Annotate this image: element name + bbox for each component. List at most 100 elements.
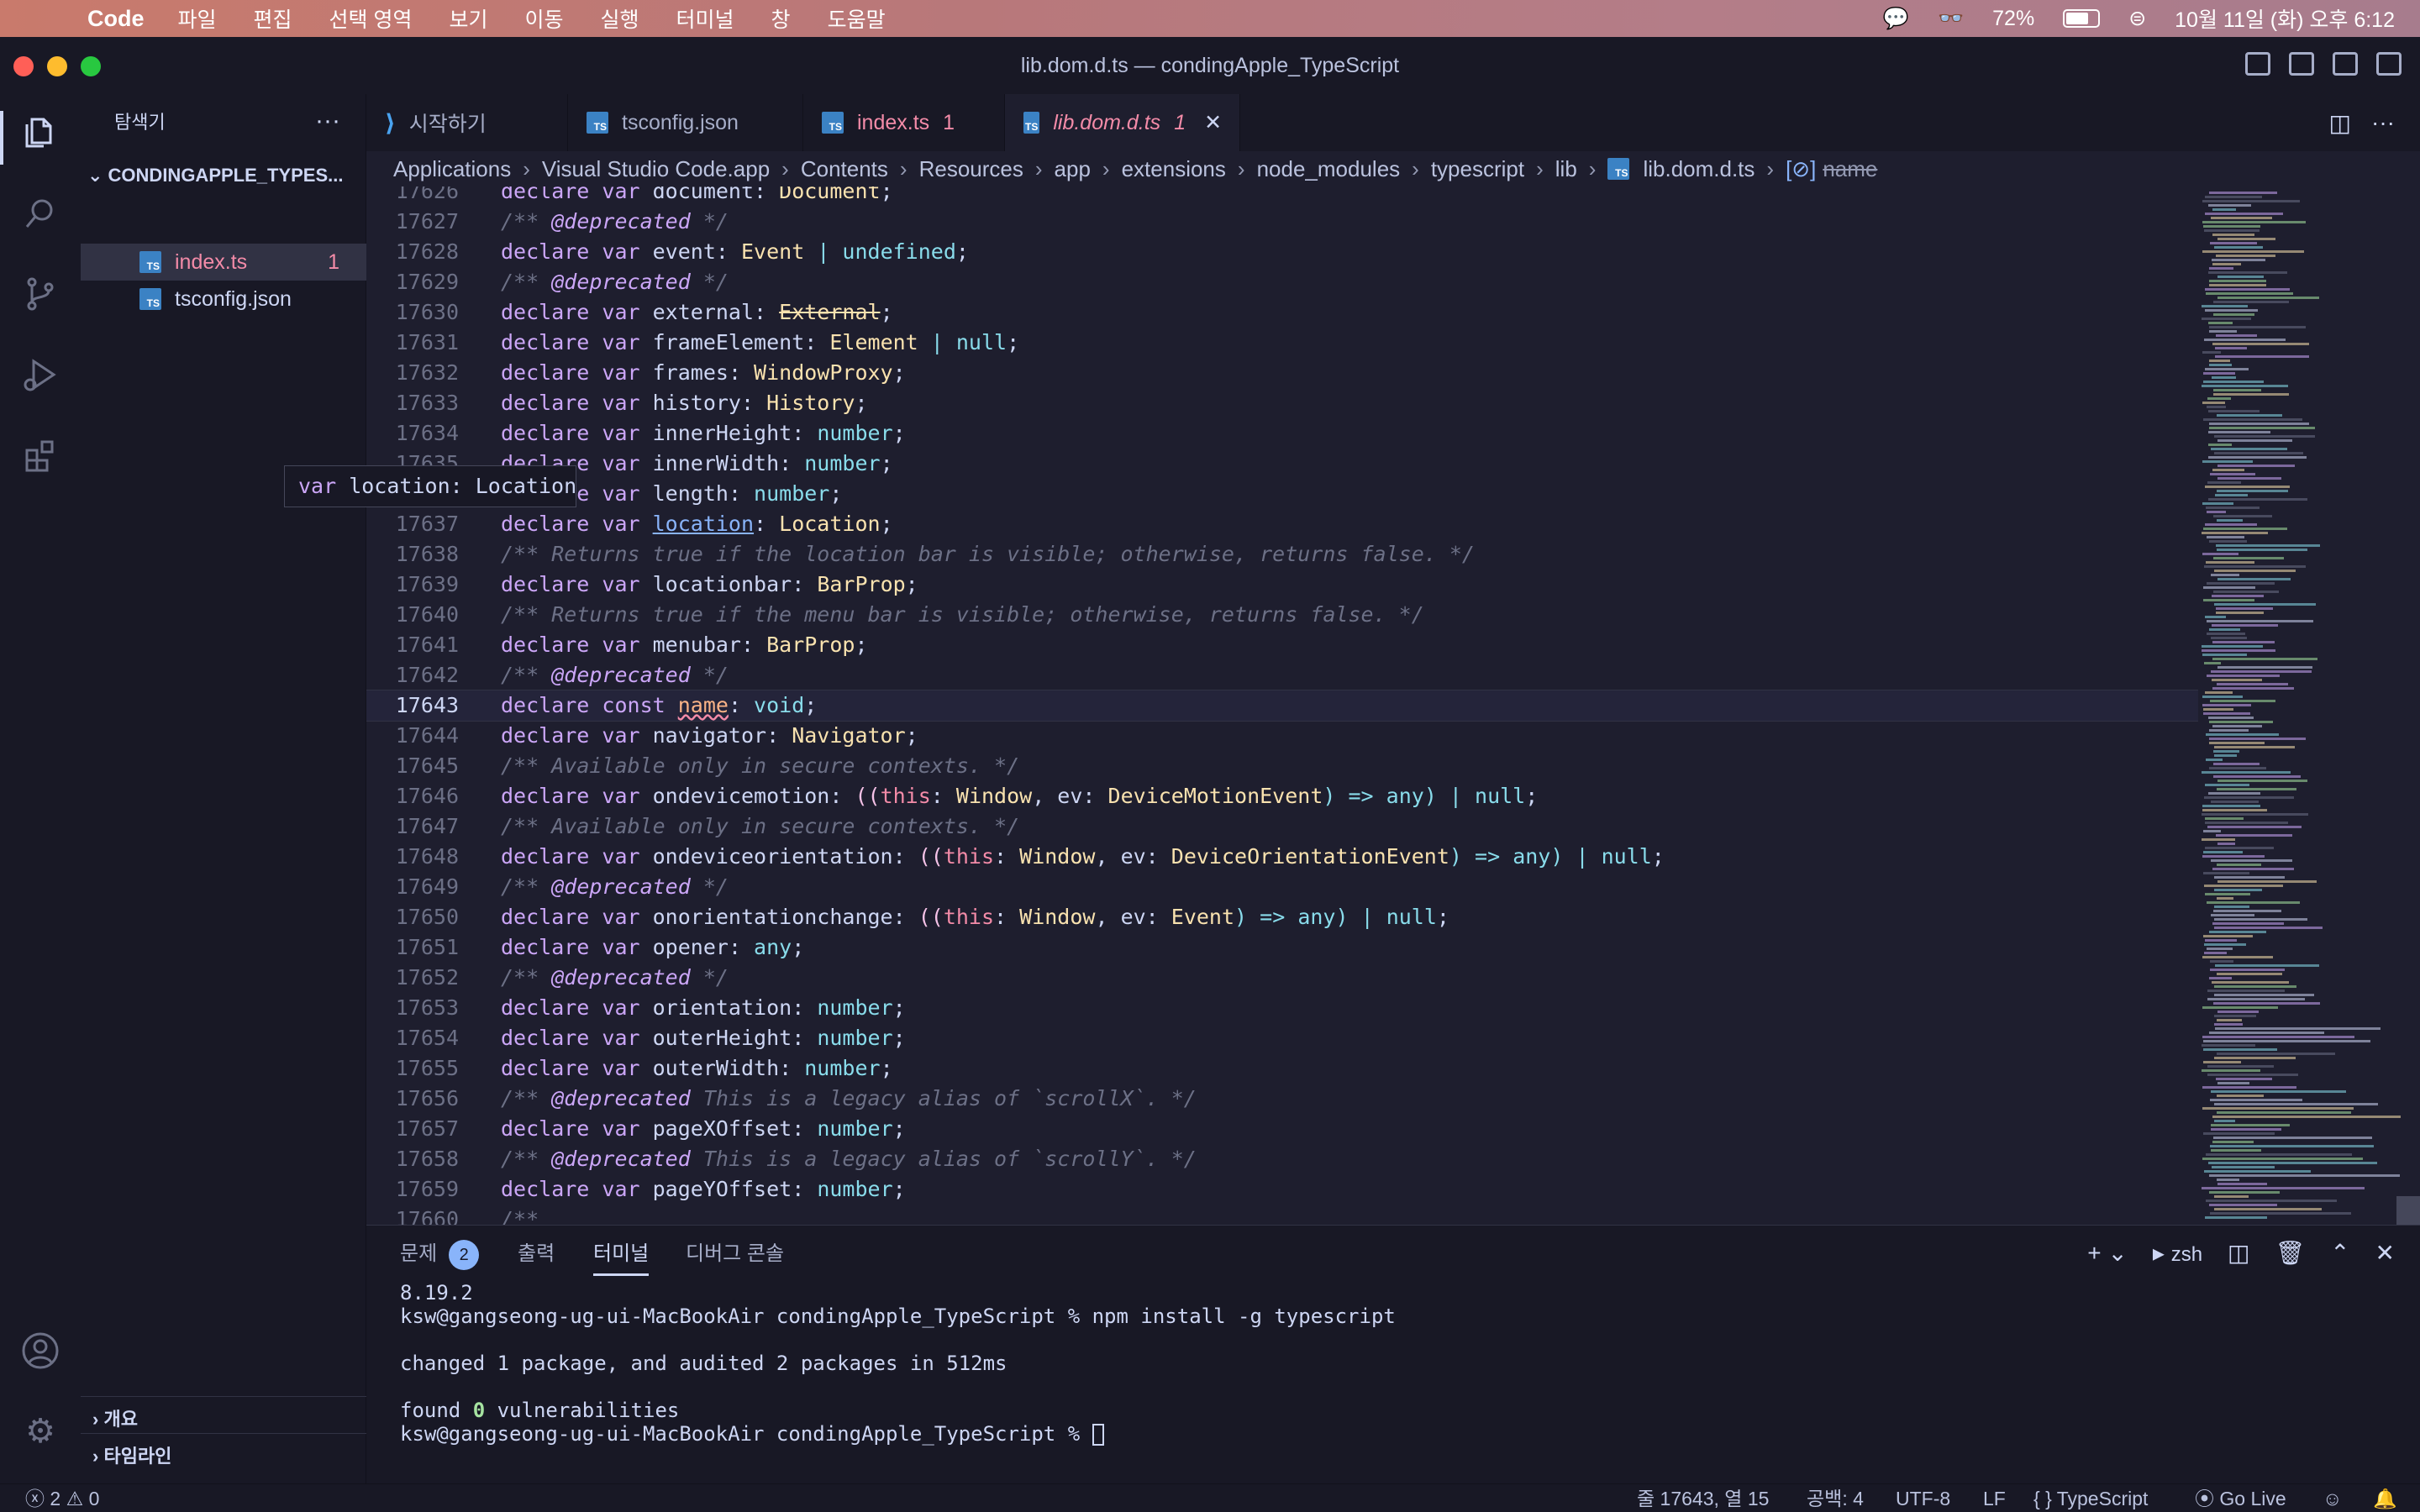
- run-debug-icon[interactable]: [20, 354, 60, 395]
- code-line[interactable]: 17632 declare var frames: WindowProxy;: [366, 358, 2198, 388]
- code-line[interactable]: 17656 /** @deprecated This is a legacy al…: [366, 1084, 2198, 1114]
- more-actions-icon[interactable]: ···: [315, 94, 340, 148]
- menu-help[interactable]: 도움말: [828, 3, 886, 34]
- source-control-icon[interactable]: [20, 274, 60, 314]
- code-line[interactable]: 17655 declare var outerWidth: number;: [366, 1053, 2198, 1084]
- breadcrumb-item[interactable]: node_modules: [1257, 156, 1401, 182]
- workspace-folder[interactable]: ⌄ CONDINGAPPLE_TYPES...: [87, 165, 365, 186]
- code-line[interactable]: 17628 declare var event: Event | undefine…: [366, 237, 2198, 267]
- control-center-icon[interactable]: ⊜: [2128, 6, 2146, 31]
- code-line[interactable]: 17645 /** Available only in secure contex…: [366, 751, 2198, 781]
- menu-edit[interactable]: 편집: [254, 3, 292, 34]
- code-line[interactable]: 17637 declare var location: Location;: [366, 509, 2198, 539]
- code-line[interactable]: 17642 /** @deprecated */: [366, 660, 2198, 690]
- code-line[interactable]: 17654 declare var outerHeight: number;: [366, 1023, 2198, 1053]
- breadcrumb-item[interactable]: Contents: [801, 156, 888, 182]
- split-editor-icon[interactable]: ◫: [2329, 109, 2351, 137]
- tab-problems[interactable]: 문제 2: [400, 1226, 480, 1283]
- code-line[interactable]: 17630 declare var external: External;: [366, 297, 2198, 328]
- battery-icon[interactable]: [2063, 9, 2101, 28]
- breadcrumb-item[interactable]: extensions: [1122, 156, 1226, 182]
- code-line[interactable]: 17653 declare var orientation: number;: [366, 993, 2198, 1023]
- code-editor[interactable]: 17626 declare var document: Document; 1762…: [366, 186, 2198, 1225]
- code-line[interactable]: 17660 /**: [366, 1205, 2198, 1225]
- cursor-position[interactable]: 줄 17643, 열 15: [1637, 1484, 1769, 1512]
- code-line[interactable]: 17647 /** Available only in secure contex…: [366, 811, 2198, 842]
- end-of-line[interactable]: LF: [1983, 1484, 2006, 1512]
- feedback-icon[interactable]: ☺: [2323, 1484, 2342, 1512]
- glasses-icon[interactable]: 👓: [1938, 7, 1964, 31]
- tab-terminal[interactable]: 터미널: [593, 1226, 650, 1283]
- code-line[interactable]: 17659 declare var pageYOffset: number;: [366, 1174, 2198, 1205]
- code-line[interactable]: 17627 /** @deprecated */: [366, 207, 2198, 237]
- menu-run[interactable]: 실행: [601, 3, 639, 34]
- timeline-section[interactable]: › 타임라인: [92, 1441, 171, 1468]
- code-line[interactable]: 17648 declare var ondeviceorientation: ((…: [366, 842, 2198, 872]
- code-line[interactable]: 17634 declare var innerHeight: number;: [366, 418, 2198, 449]
- terminal-shell-icon[interactable]: ▸ zsh: [2153, 1239, 2202, 1267]
- split-terminal-icon[interactable]: ◫: [2228, 1239, 2249, 1267]
- app-menu[interactable]: Code: [87, 6, 145, 32]
- kill-terminal-icon[interactable]: 🗑: [2275, 1239, 2306, 1267]
- minimap[interactable]: [2198, 186, 2420, 1225]
- breadcrumb-item[interactable]: Resources: [919, 156, 1023, 182]
- code-line[interactable]: 17650 declare var onorientationchange: ((…: [366, 902, 2198, 932]
- notification-icon[interactable]: 💬: [1883, 7, 1909, 31]
- code-line[interactable]: 17626 declare var document: Document;: [366, 186, 2198, 207]
- code-line[interactable]: 17633 declare var history: History;: [366, 388, 2198, 418]
- explorer-icon[interactable]: [20, 113, 60, 153]
- notifications-bell-icon[interactable]: 🔔: [2373, 1484, 2397, 1512]
- account-icon[interactable]: [20, 1331, 60, 1371]
- code-line[interactable]: 17657 declare var pageXOffset: number;: [366, 1114, 2198, 1144]
- language-mode[interactable]: { } TypeScript: [2033, 1484, 2148, 1512]
- menu-view[interactable]: 보기: [449, 3, 487, 34]
- more-actions-icon[interactable]: ···: [2371, 109, 2395, 137]
- code-line[interactable]: 17658 /** @deprecated This is a legacy al…: [366, 1144, 2198, 1174]
- code-line[interactable]: 17643 declare const name: void;: [366, 690, 2198, 722]
- menubar-clock[interactable]: 10월 11일 (화) 오후 6:12: [2175, 3, 2395, 34]
- maximize-panel-icon[interactable]: ⌃: [2330, 1239, 2349, 1267]
- breadcrumb-item[interactable]: Applications: [393, 156, 511, 182]
- tab-output[interactable]: 출력: [518, 1226, 555, 1283]
- tab-debug-console[interactable]: 디버그 콘솔: [686, 1226, 784, 1283]
- code-line[interactable]: 17631 declare var frameElement: Element |…: [366, 328, 2198, 358]
- go-live-button[interactable]: ⦿ Go Live: [2195, 1484, 2286, 1512]
- settings-gear-icon[interactable]: ⚙: [20, 1411, 60, 1452]
- new-terminal-icon[interactable]: + ⌄: [2087, 1239, 2128, 1267]
- breadcrumb-item[interactable]: app: [1055, 156, 1091, 182]
- customize-layout-icon[interactable]: [2376, 52, 2402, 76]
- breadcrumb-item[interactable]: lib: [1555, 156, 1577, 182]
- code-line[interactable]: 17644 declare var navigator: Navigator;: [366, 721, 2198, 751]
- toggle-panel-icon[interactable]: [2289, 52, 2314, 76]
- tab-lib-dom[interactable]: TS lib.dom.d.ts 1 ✕: [1005, 94, 1240, 151]
- menu-selection[interactable]: 선택 영역: [329, 3, 413, 34]
- file-item-index-ts[interactable]: TS index.ts 1: [81, 244, 366, 281]
- code-line[interactable]: 17649 /** @deprecated */: [366, 872, 2198, 902]
- problems-status[interactable]: ⓧ 2 ⚠ 0: [25, 1484, 99, 1512]
- code-line[interactable]: 17639 declare var locationbar: BarProp;: [366, 570, 2198, 600]
- code-line[interactable]: 17635 declare var innerWidth: number;: [366, 449, 2198, 479]
- code-line[interactable]: 17652 /** @deprecated */: [366, 963, 2198, 993]
- file-item-tsconfig[interactable]: TS tsconfig.json: [139, 281, 292, 318]
- menu-window[interactable]: 창: [771, 3, 791, 34]
- close-panel-icon[interactable]: ✕: [2375, 1239, 2395, 1267]
- code-line[interactable]: 17636declare var length: number;: [366, 479, 2198, 509]
- extensions-icon[interactable]: [20, 435, 60, 475]
- code-line[interactable]: 17646 declare var ondevicemotion: ((this:…: [366, 781, 2198, 811]
- toggle-sidebar-icon[interactable]: [2245, 52, 2270, 76]
- encoding[interactable]: UTF-8: [1896, 1484, 1950, 1512]
- tab-tsconfig[interactable]: TS tsconfig.json: [568, 94, 803, 151]
- code-line[interactable]: 17640 /** Returns true if the menu bar is…: [366, 600, 2198, 630]
- search-icon[interactable]: [20, 193, 60, 234]
- menu-terminal[interactable]: 터미널: [676, 3, 734, 34]
- breadcrumb-item[interactable]: typescript: [1431, 156, 1524, 182]
- tab-index-ts[interactable]: TS index.ts 1: [803, 94, 1005, 151]
- breadcrumb-item[interactable]: Visual Studio Code.app: [542, 156, 770, 182]
- close-tab-icon[interactable]: ✕: [1204, 110, 1222, 135]
- terminal-prompt[interactable]: ksw@gangseong-ug-ui-MacBookAir condingAp…: [400, 1422, 1104, 1446]
- outline-section[interactable]: › 개요: [92, 1404, 138, 1431]
- code-line[interactable]: 17638 /** Returns true if the location ba…: [366, 539, 2198, 570]
- breadcrumb-item[interactable]: lib.dom.d.ts: [1643, 156, 1754, 182]
- code-line[interactable]: 17641 declare var menubar: BarProp;: [366, 630, 2198, 660]
- breadcrumb-symbol[interactable]: name: [1823, 156, 1877, 182]
